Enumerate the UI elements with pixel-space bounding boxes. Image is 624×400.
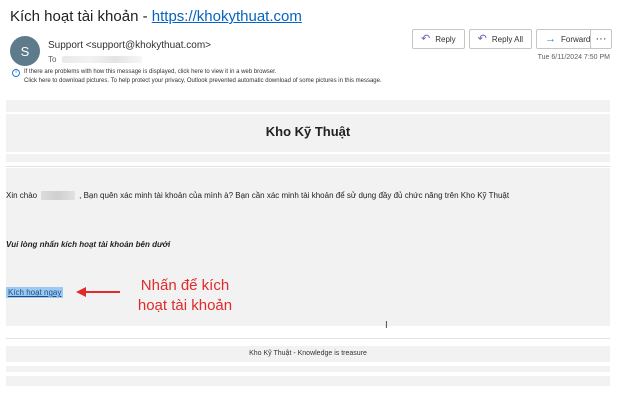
footer-divider-line xyxy=(6,338,610,339)
instruction-text: Vui lòng nhấn kích hoạt tài khoản bên dư… xyxy=(6,240,171,249)
greeting-text: Xin chào , Bạn quên xác minh tài khoản c… xyxy=(6,191,509,200)
info-text-2[interactable]: Click here to download pictures. To help… xyxy=(12,77,382,86)
info-bar: i If there are problems with how this me… xyxy=(12,68,382,86)
reply-all-label: Reply All xyxy=(491,34,524,44)
reply-button[interactable]: ↶ Reply xyxy=(412,29,465,49)
forward-label: Forward xyxy=(561,34,591,44)
bottom-band-2 xyxy=(6,376,610,386)
bottom-band-1 xyxy=(6,366,610,372)
recipient-redacted xyxy=(62,56,143,63)
annotation-text: Nhấn để kích hoạt tài khoản xyxy=(130,276,240,316)
body-band-divider xyxy=(6,154,610,162)
info-line-browser[interactable]: i If there are problems with how this me… xyxy=(12,68,382,77)
reply-label: Reply xyxy=(435,34,456,44)
more-actions-button[interactable]: ··· xyxy=(590,29,612,49)
activate-link[interactable]: Kích hoạt ngay xyxy=(6,287,64,298)
recipient-name-redacted xyxy=(41,191,76,200)
body-divider-line xyxy=(6,166,610,167)
reply-all-icon: ↶ xyxy=(477,32,487,45)
sender-name[interactable]: Support <support@khokythuat.com> xyxy=(48,40,211,51)
timestamp: Tue 6/11/2024 7:50 PM xyxy=(537,54,610,61)
email-subject: Kích hoạt tài khoản - https://khokythuat… xyxy=(10,8,302,25)
info-icon: i xyxy=(12,68,20,77)
message-actions: ↶ Reply ↶ Reply All → Forward xyxy=(412,29,600,49)
reply-icon: ↶ xyxy=(421,32,431,45)
recipient-row: To xyxy=(48,55,143,64)
subject-link[interactable]: https://khokythuat.com xyxy=(152,8,302,25)
reply-all-button[interactable]: ↶ Reply All xyxy=(468,29,533,49)
forward-icon: → xyxy=(545,32,557,45)
text-cursor-icon: I xyxy=(385,320,388,331)
email-footer: Kho Kỹ Thuật - Knowledge is treasure xyxy=(249,350,367,357)
annotation-line-2: hoạt tài khoản xyxy=(137,297,233,314)
body-band-top xyxy=(6,100,610,112)
info-text-1: If there are problems with how this mess… xyxy=(24,69,277,75)
email-body: Kho Kỹ Thuật Xin chào , Bạn quên xác min… xyxy=(6,100,610,390)
greeting-suffix: , Bạn quên xác minh tài khoản của mình à… xyxy=(79,191,510,200)
annotation-line-1: Nhấn để kích xyxy=(140,277,230,294)
subject-text: Kích hoạt tài khoản - xyxy=(10,8,152,25)
greeting-prefix: Xin chào xyxy=(6,191,38,200)
to-label: To xyxy=(48,55,57,64)
avatar: S xyxy=(10,36,40,66)
annotation-arrow-icon xyxy=(76,287,120,297)
email-heading: Kho Kỹ Thuật xyxy=(265,124,351,139)
